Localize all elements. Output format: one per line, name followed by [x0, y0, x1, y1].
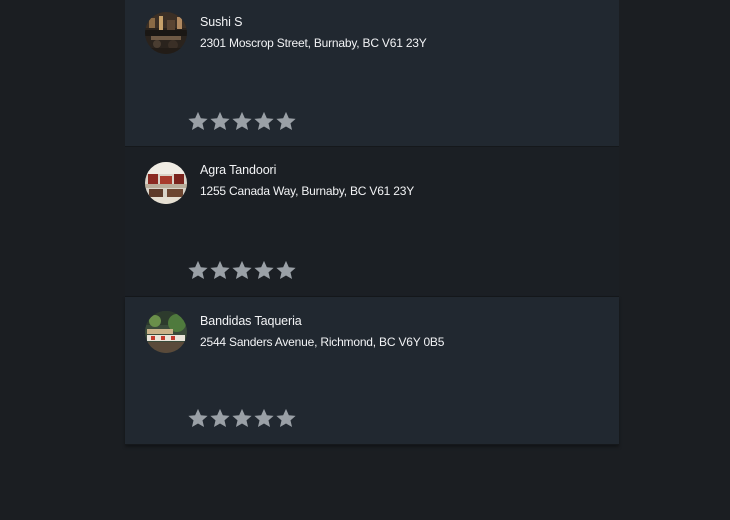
restaurant-name: Agra Tandoori [200, 163, 277, 177]
restaurant-address: 2301 Moscrop Street, Burnaby, BC V61 23Y [200, 36, 427, 50]
restaurant-address: 2544 Sanders Avenue, Richmond, BC V6Y 0B… [200, 335, 445, 349]
restaurant-card[interactable]: Agra Tandoori 1255 Canada Way, Burnaby, … [125, 147, 619, 297]
restaurant-thumbnail [145, 311, 187, 353]
star-icon[interactable] [187, 407, 209, 430]
restaurant-card[interactable]: Bandidas Taqueria 2544 Sanders Avenue, R… [125, 297, 619, 445]
restaurant-thumbnail [145, 12, 187, 54]
star-icon[interactable] [231, 407, 253, 430]
star-rating[interactable] [187, 407, 297, 430]
restaurant-list: Sushi S 2301 Moscrop Street, Burnaby, BC… [125, 0, 619, 445]
restaurant-address: 1255 Canada Way, Burnaby, BC V61 23Y [200, 184, 415, 198]
restaurant-thumbnail [145, 162, 187, 204]
star-icon[interactable] [209, 407, 231, 430]
star-icon[interactable] [275, 259, 297, 282]
star-icon[interactable] [231, 259, 253, 282]
star-icon[interactable] [209, 259, 231, 282]
restaurant-card[interactable]: Sushi S 2301 Moscrop Street, Burnaby, BC… [125, 0, 619, 147]
star-icon[interactable] [275, 407, 297, 430]
star-icon[interactable] [187, 259, 209, 282]
star-icon[interactable] [253, 407, 275, 430]
star-rating[interactable] [187, 259, 297, 282]
star-icon[interactable] [187, 110, 209, 133]
star-icon[interactable] [209, 110, 231, 133]
star-icon[interactable] [275, 110, 297, 133]
star-rating[interactable] [187, 110, 297, 133]
restaurant-name: Sushi S [200, 15, 243, 29]
restaurant-name: Bandidas Taqueria [200, 314, 302, 328]
star-icon[interactable] [231, 110, 253, 133]
star-icon[interactable] [253, 110, 275, 133]
star-icon[interactable] [253, 259, 275, 282]
